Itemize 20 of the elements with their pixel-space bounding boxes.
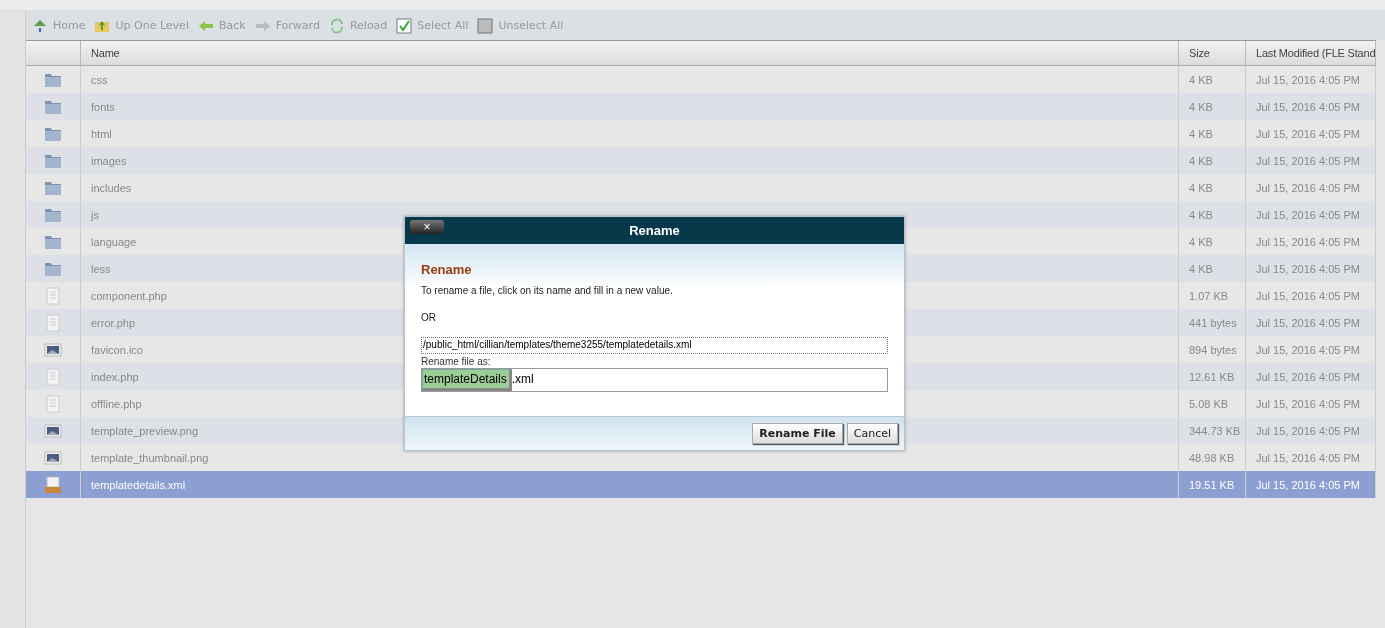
file-size: 441 bytes <box>1179 309 1246 336</box>
modified-date: Jul 15, 2016 4:05 PM <box>1246 309 1376 336</box>
file-size: 4 KB <box>1179 93 1246 120</box>
file-size: 12.61 KB <box>1179 363 1246 390</box>
modified-date: Jul 15, 2016 4:05 PM <box>1246 471 1376 498</box>
modified-date: Jul 15, 2016 4:05 PM <box>1246 93 1376 120</box>
file-size: 344.73 KB <box>1179 417 1246 444</box>
dialog-heading: Rename <box>421 262 473 277</box>
modified-date: Jul 15, 2016 4:05 PM <box>1246 255 1376 282</box>
modified-date: Jul 15, 2016 4:05 PM <box>1246 363 1376 390</box>
modified-date: Jul 15, 2016 4:05 PM <box>1246 201 1376 228</box>
modified-date: Jul 15, 2016 4:05 PM <box>1246 147 1376 174</box>
file-size: 4 KB <box>1179 201 1246 228</box>
file-size: 19.51 KB <box>1179 471 1246 498</box>
file-size: 4 KB <box>1179 255 1246 282</box>
modified-date: Jul 15, 2016 4:05 PM <box>1246 417 1376 444</box>
file-size: 4 KB <box>1179 147 1246 174</box>
field-label: Rename file as: <box>421 356 492 367</box>
instruction-text: To rename a file, click on its name and fill in a new value. <box>421 285 674 296</box>
or-text: OR <box>421 312 437 323</box>
